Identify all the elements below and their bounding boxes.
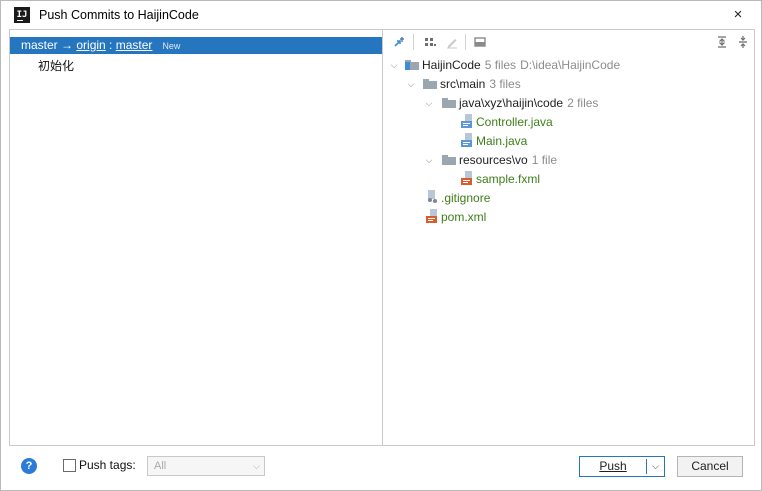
chevron-down-icon: ⌵ <box>652 461 659 471</box>
folder-icon <box>442 155 456 165</box>
tags-select[interactable]: All ⌵ <box>147 456 265 476</box>
expand-diff-icon[interactable] <box>392 34 408 50</box>
branch-separator: : <box>105 38 116 52</box>
root-path: D:\idea\HaijinCode <box>520 58 621 72</box>
chevron-down-icon: ⌵ <box>253 461 260 471</box>
chevron-down-icon[interactable]: ⌵ <box>423 151 435 169</box>
remote-branch-link[interactable]: master <box>116 38 153 52</box>
push-button-label: Push <box>599 459 627 473</box>
intellij-logo-icon: IJ <box>14 7 30 23</box>
edit-source-icon[interactable] <box>444 34 460 50</box>
folder-icon <box>442 98 456 108</box>
root-count: 5 files <box>484 58 517 72</box>
push-tags-label: Push tags: <box>79 458 136 472</box>
file-name: sample.fxml <box>476 172 541 186</box>
commit-item[interactable]: 初始化 <box>38 57 74 74</box>
java-file-icon <box>461 133 474 147</box>
push-arrow: → <box>57 38 77 52</box>
file-name: .gitignore <box>441 191 491 205</box>
commit-message: 初始化 <box>38 59 75 73</box>
java-file-icon <box>461 114 474 128</box>
title-bar: IJ Push Commits to HaijinCode × <box>1 1 761 29</box>
resources-name: resources\vo <box>459 153 528 167</box>
remote-name-link[interactable]: origin <box>76 38 105 52</box>
new-branch-badge: New <box>162 41 181 51</box>
expand-all-icon[interactable] <box>714 34 730 50</box>
push-options-dropdown[interactable]: ⌵ <box>647 457 664 476</box>
push-button[interactable]: Push <box>580 457 646 476</box>
close-icon: × <box>733 6 743 23</box>
xml-file-icon <box>426 209 439 223</box>
src-main-count: 3 files <box>489 77 521 91</box>
resources-count: 1 file <box>531 153 558 167</box>
push-commits-dialog: IJ Push Commits to HaijinCode × master →… <box>0 0 762 491</box>
collapse-all-icon[interactable] <box>735 34 751 50</box>
tree-node-file[interactable]: Main.java <box>461 132 527 150</box>
changes-pane: ⌵ HaijinCode 5 files D:\idea\HaijinCode ⌵ … <box>384 30 755 445</box>
window-title: Push Commits to HaijinCode <box>39 8 199 22</box>
help-button[interactable]: ? <box>21 458 37 474</box>
push-split-button: Push ⌵ <box>579 456 665 477</box>
push-tags-checkbox[interactable] <box>63 459 76 472</box>
tags-select-value: All <box>154 460 167 472</box>
file-name: pom.xml <box>441 210 487 224</box>
show-diff-icon[interactable] <box>472 34 488 50</box>
gitignore-file-icon <box>426 190 439 204</box>
file-name: Main.java <box>476 134 528 148</box>
help-icon: ? <box>25 460 33 472</box>
chevron-down-icon[interactable]: ⌵ <box>423 94 435 112</box>
tree-node-file[interactable]: sample.fxml <box>461 170 540 188</box>
changes-toolbar <box>384 30 755 54</box>
tree-node-file[interactable]: Controller.java <box>461 113 553 131</box>
root-name: HaijinCode <box>422 58 481 72</box>
module-folder-icon <box>405 60 419 70</box>
cancel-button[interactable]: Cancel <box>677 456 743 477</box>
commits-pane: master → origin : master New 初始化 <box>10 30 383 445</box>
local-branch: master <box>21 38 58 52</box>
tree-node-file[interactable]: pom.xml <box>426 208 486 226</box>
tree-node-file[interactable]: .gitignore <box>426 189 490 207</box>
group-by-icon[interactable] <box>422 34 438 50</box>
src-main-name: src\main <box>440 77 486 91</box>
app-icon-text: IJ <box>16 10 28 20</box>
fxml-file-icon <box>461 171 474 185</box>
close-button[interactable]: × <box>721 3 755 27</box>
java-package-name: java\xyz\haijin\code <box>459 96 564 110</box>
dialog-content: master → origin : master New 初始化 ⌵ Haiji… <box>9 29 755 446</box>
java-package-count: 2 files <box>567 96 599 110</box>
chevron-down-icon[interactable]: ⌵ <box>388 56 400 74</box>
chevron-down-icon[interactable]: ⌵ <box>405 75 417 93</box>
folder-icon <box>423 79 437 89</box>
push-target-row[interactable]: master → origin : master New <box>10 37 382 54</box>
file-name: Controller.java <box>476 115 553 129</box>
bottom-bar: ? Push tags: All ⌵ Push ⌵ Cancel <box>9 448 755 486</box>
